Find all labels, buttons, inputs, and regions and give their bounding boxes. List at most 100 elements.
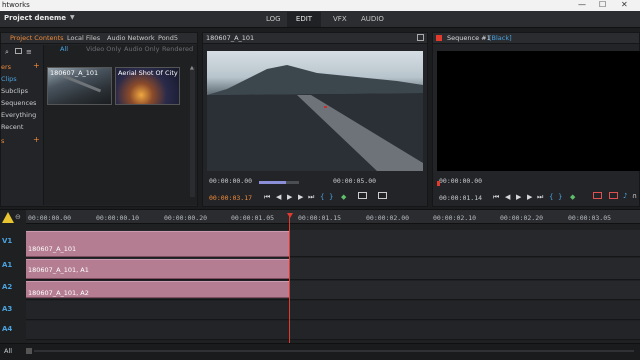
step-forward-icon[interactable]: ▶ xyxy=(298,193,303,201)
source-viewer-panel: 180607_A_101 00:00:00.00 00:00:05.00 00:… xyxy=(202,32,428,207)
step-back-icon[interactable]: ◀ xyxy=(276,193,281,201)
search-icon[interactable]: ⌕ xyxy=(5,48,9,57)
horizontal-scrollbar[interactable] xyxy=(34,350,634,352)
clip-label: 180607_A_101, A2 xyxy=(28,289,89,297)
thumbnail-label: Aerial Shot Of City xyxy=(118,69,178,77)
filter-all[interactable]: All xyxy=(60,45,68,53)
source-scrub-bar[interactable] xyxy=(259,181,299,184)
tab-edit[interactable]: EDIT xyxy=(287,12,321,27)
audio-clip[interactable]: 180607_A_101, A1 xyxy=(26,259,289,279)
play-icon[interactable]: ▶ xyxy=(516,193,521,201)
mark-in-icon[interactable]: { xyxy=(320,193,324,201)
go-to-start-icon[interactable]: ⏮ xyxy=(264,193,270,202)
maximize-viewer-icon[interactable] xyxy=(417,34,424,41)
filter-audio-only[interactable]: Audio Only xyxy=(124,45,159,53)
source-viewer-header: 180607_A_101 xyxy=(203,33,427,44)
list-view-icon[interactable]: ≡ xyxy=(26,48,32,56)
ruler-label: 00:00:02.10 xyxy=(433,214,477,222)
ruler-label: 00:00:02.20 xyxy=(500,214,544,222)
filter-rendered[interactable]: Rendered xyxy=(162,45,193,53)
sequence-viewer-panel: Sequence #1 [Black] 00:00:00.00 00:00:01… xyxy=(432,32,640,207)
sidebar-item-subclips[interactable]: Subclips xyxy=(1,87,28,95)
step-forward-icon[interactable]: ▶ xyxy=(527,193,532,201)
tab-local-files[interactable]: Local Files xyxy=(67,34,100,42)
sequence-subtitle: [Black] xyxy=(489,34,512,42)
minimize-icon[interactable]: — xyxy=(578,0,586,9)
overwrite-icon[interactable] xyxy=(378,192,387,199)
step-back-icon[interactable]: ◀ xyxy=(505,193,510,201)
sidebar-item-everything[interactable]: Everything xyxy=(1,111,36,119)
scrub-fill xyxy=(259,181,287,184)
sidebar-item-clips[interactable]: Clips xyxy=(1,75,17,83)
track-a3[interactable] xyxy=(26,301,640,320)
track-a4[interactable] xyxy=(26,321,640,340)
sidebar-item-recent[interactable]: Recent xyxy=(1,123,23,131)
video-clip[interactable]: 180607_A_101 xyxy=(26,231,289,257)
ruler-label: 00:00:00.20 xyxy=(164,214,208,222)
extract-icon[interactable] xyxy=(609,192,618,199)
playhead-line[interactable] xyxy=(289,215,290,343)
sequence-video-frame[interactable] xyxy=(437,51,640,171)
source-video-frame[interactable] xyxy=(207,51,423,171)
go-to-end-icon[interactable]: ⏭ xyxy=(308,193,314,202)
mark-in-icon[interactable]: { xyxy=(549,193,553,201)
mark-out-icon[interactable]: } xyxy=(558,193,562,201)
tab-project-contents[interactable]: Project Contents xyxy=(10,34,64,42)
track-label[interactable]: A1 xyxy=(2,261,12,269)
grid-view-icon[interactable] xyxy=(15,48,22,54)
headphones-icon[interactable]: ∩ xyxy=(632,192,637,200)
scrollbar[interactable]: ▲ xyxy=(190,65,195,197)
add-bin-icon[interactable]: + xyxy=(33,135,40,144)
warning-icon[interactable] xyxy=(2,212,14,223)
track-label[interactable]: A4 xyxy=(2,325,12,333)
ruler-label: 00:00:03.05 xyxy=(568,214,612,222)
insert-icon[interactable] xyxy=(358,192,367,199)
lift-icon[interactable] xyxy=(593,192,602,199)
tab-audio[interactable]: AUDIO xyxy=(353,12,392,27)
project-content-area: All Video Only Audio Only Rendered 18060… xyxy=(43,45,197,205)
tab-log[interactable]: LOG xyxy=(258,12,289,27)
track-label[interactable]: V1 xyxy=(2,237,12,245)
project-name[interactable]: Project deneme xyxy=(4,14,66,22)
add-folder-icon[interactable]: + xyxy=(33,61,40,70)
clip-thumbnail[interactable]: Aerial Shot Of City xyxy=(115,67,180,105)
project-panel-header: Project Contents Local Files Audio Netwo… xyxy=(1,33,197,44)
add-marker-icon[interactable]: ◆ xyxy=(570,193,575,201)
track-label[interactable]: A3 xyxy=(2,305,12,313)
audio-clip[interactable]: 180607_A_101, A2 xyxy=(26,281,289,298)
clip-label: 180607_A_101 xyxy=(28,245,77,253)
mark-out-icon[interactable]: } xyxy=(329,193,333,201)
clip-thumbnail[interactable]: 180607_A_101 xyxy=(47,67,112,105)
sequence-scrub-marker[interactable] xyxy=(437,181,440,186)
scroll-up-icon[interactable]: ▲ xyxy=(190,65,194,71)
audio-mixer-icon[interactable]: ♪ xyxy=(623,192,627,200)
chevron-down-icon[interactable]: ▼ xyxy=(70,14,75,21)
playhead-handle[interactable] xyxy=(287,213,293,218)
record-indicator-icon xyxy=(436,35,442,41)
add-marker-icon[interactable]: ◆ xyxy=(341,193,346,201)
close-icon[interactable]: ✕ xyxy=(621,0,628,9)
play-icon[interactable]: ▶ xyxy=(287,193,292,201)
track-filter-all[interactable]: All xyxy=(4,347,12,355)
tab-vfx[interactable]: VFX xyxy=(325,12,355,27)
go-to-end-icon[interactable]: ⏭ xyxy=(537,193,543,202)
sequence-title: Sequence #1 xyxy=(447,34,491,42)
ruler-label: 00:00:01.05 xyxy=(231,214,275,222)
tab-audio-network[interactable]: Audio Network xyxy=(107,34,155,42)
zoom-icon[interactable]: ⊖ xyxy=(15,213,21,221)
maximize-icon[interactable]: ☐ xyxy=(599,0,606,9)
filter-bar: All Video Only Audio Only Rendered xyxy=(44,45,198,55)
scrollbar-handle[interactable] xyxy=(26,348,32,354)
window-title-bar: htworks — ☐ ✕ xyxy=(0,0,640,11)
filter-video-only[interactable]: Video Only xyxy=(86,45,121,53)
project-panel: Project Contents Local Files Audio Netwo… xyxy=(0,32,198,207)
go-to-start-icon[interactable]: ⏮ xyxy=(493,193,499,202)
timeline-footer: All xyxy=(0,343,640,360)
sidebar-item-sequences[interactable]: Sequences xyxy=(1,99,36,107)
clip-label: 180607_A_101, A1 xyxy=(28,266,89,274)
sidebar-item-folders[interactable]: ers xyxy=(1,63,11,71)
tab-pond5[interactable]: Pond5 xyxy=(158,34,178,42)
sidebar-item-bins[interactable]: s xyxy=(1,137,4,145)
track-label[interactable]: A2 xyxy=(2,283,12,291)
source-tc-in: 00:00:00.00 xyxy=(209,177,253,185)
